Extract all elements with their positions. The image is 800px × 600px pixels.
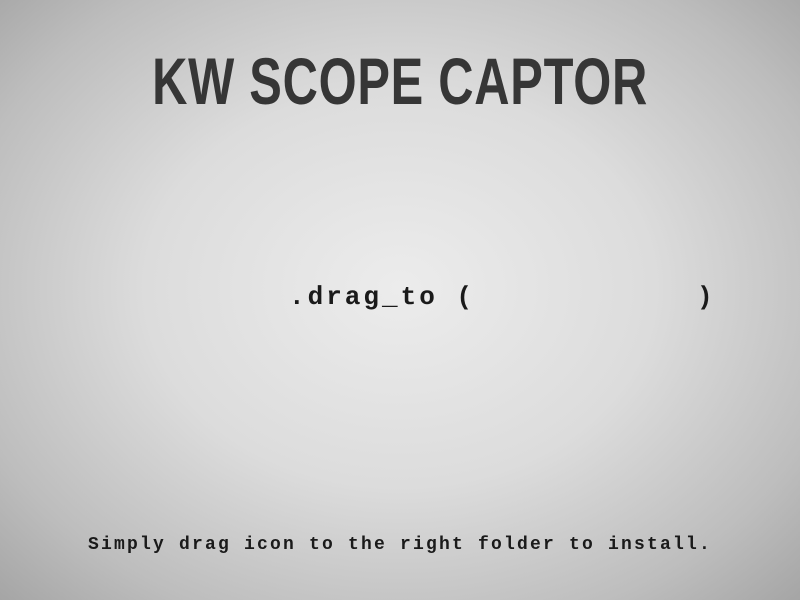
- drag-to-label: .drag_to (: [289, 282, 476, 312]
- app-title-text: KW SCOPE CAPTOR: [152, 44, 648, 118]
- install-instructions: Simply drag icon to the right folder to …: [87, 535, 713, 555]
- drag-to-close-paren: ): [697, 282, 716, 312]
- app-title: KW SCOPE CAPTOR: [0, 46, 800, 116]
